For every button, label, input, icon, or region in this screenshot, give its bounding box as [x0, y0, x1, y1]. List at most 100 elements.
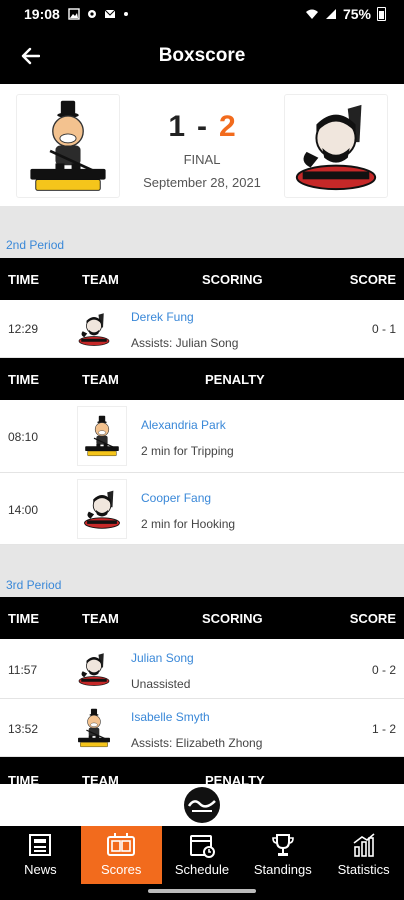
col-scoring: SCORING [202, 272, 263, 287]
col-score: SCORE [349, 611, 396, 626]
status-time: 19:08 [24, 6, 60, 22]
col-team: TEAM [82, 611, 119, 626]
sponsor-strip[interactable] [0, 784, 404, 826]
warriors-logo-icon [84, 490, 120, 529]
penalty-detail: 2 min for Tripping [141, 444, 234, 458]
nav-schedule-label: Schedule [174, 862, 230, 877]
score-card: 1 - 2 FINAL September 28, 2021 [0, 84, 404, 206]
col-time: TIME [8, 611, 40, 626]
penalty-player-link[interactable]: Cooper Fang [141, 491, 211, 505]
app-bar: Boxscore [0, 28, 404, 84]
period-band: 2nd Period [0, 206, 404, 258]
running-score: 1 - 2 [371, 722, 396, 736]
battery-text: 75% [342, 6, 371, 22]
back-button[interactable] [14, 40, 46, 72]
scoring-header: TIME TEAM SCORING SCORE [0, 258, 404, 300]
status-right: 75% [305, 6, 386, 22]
col-score: SCORE [349, 272, 396, 287]
warriors-logo-icon [78, 652, 110, 686]
score-separator: - [197, 110, 207, 143]
col-time: TIME [8, 372, 40, 387]
away-team-logo[interactable] [284, 94, 388, 198]
team-logo [75, 304, 113, 354]
penalty-detail: 2 min for Hooking [141, 517, 236, 531]
penalty-row[interactable]: 14:00 Cooper Fang 2 min for Hooking [0, 473, 404, 545]
warriors-logo-icon [295, 103, 377, 191]
home-indicator[interactable] [148, 889, 256, 893]
tycoons-logo-icon [77, 708, 111, 748]
col-team: TEAM [82, 372, 119, 387]
nav-scores[interactable]: Scores [80, 826, 162, 884]
goal-row[interactable]: 13:52 Isabelle Smyth Assists: Elizabeth … [0, 699, 404, 757]
nav-statistics[interactable]: Statistics [323, 826, 404, 884]
warriors-logo-icon [78, 312, 110, 346]
gear-icon [87, 10, 96, 18]
signal-icon [325, 9, 336, 19]
notification-icons [68, 8, 130, 20]
team-logo [75, 644, 113, 694]
penalty-header: TIME TEAM PENALTY [0, 358, 404, 400]
assist-text: Assists: Elizabeth Zhong [131, 736, 263, 750]
image-icon [68, 8, 80, 20]
scoreboard-icon [107, 833, 136, 856]
running-score: 0 - 1 [371, 322, 396, 336]
col-penalty: PENALTY [205, 773, 265, 784]
nav-scores-label: Scores [100, 862, 142, 877]
wifi-icon [305, 9, 318, 19]
col-team: TEAM [82, 773, 119, 784]
home-team-logo[interactable] [16, 94, 120, 198]
dot-icon [123, 12, 128, 16]
col-time: TIME [8, 773, 40, 784]
team-logo [75, 703, 113, 753]
assist-text: Assists: Julian Song [131, 336, 239, 350]
calendar-icon [189, 835, 215, 858]
arrow-left-icon [21, 47, 40, 65]
team-logo [77, 406, 127, 466]
game-status: FINAL [183, 152, 221, 167]
nav-news-label: News [24, 862, 57, 877]
col-penalty: PENALTY [205, 372, 265, 387]
score-center: 1 - 2 FINAL September 28, 2021 [120, 110, 284, 190]
period-label: 2nd Period [6, 238, 65, 252]
penalty-header: TIME TEAM PENALTY [0, 757, 404, 784]
tycoons-logo-icon [29, 99, 107, 192]
team-logo [77, 479, 127, 539]
period-label: 3rd Period [6, 578, 62, 592]
nav-statistics-label: Statistics [337, 862, 390, 877]
col-team: TEAM [82, 272, 119, 287]
event-time: 14:00 [8, 503, 39, 517]
mail-icon [104, 9, 116, 18]
sponsor-logo-icon [184, 787, 220, 823]
home-score: 1 [168, 110, 185, 143]
nav-standings[interactable]: Standings [242, 826, 323, 884]
goal-row[interactable]: 12:29 Derek Fung Assists: Julian Song 0 … [0, 300, 404, 358]
event-time: 12:29 [8, 322, 39, 336]
score-line: 1 - 2 [120, 110, 284, 144]
status-bar: 19:08 75% [0, 0, 404, 28]
goal-row[interactable]: 11:57 Julian Song Unassisted 0 - 2 [0, 639, 404, 699]
scoring-header: TIME TEAM SCORING SCORE [0, 597, 404, 639]
nav-standings-label: Standings [253, 862, 312, 877]
newspaper-icon [29, 834, 52, 856]
assist-text: Unassisted [131, 677, 191, 691]
away-score: 2 [219, 110, 236, 143]
period-band: 3rd Period [0, 545, 404, 597]
game-date: September 28, 2021 [143, 175, 261, 190]
scorer-link[interactable]: Julian Song [131, 651, 194, 665]
trophy-icon [271, 834, 294, 856]
bar-chart-icon [353, 833, 375, 857]
col-scoring: SCORING [202, 611, 263, 626]
event-time: 13:52 [8, 722, 39, 736]
event-time: 08:10 [8, 430, 39, 444]
battery-icon [377, 7, 386, 21]
nav-news[interactable]: News [0, 826, 81, 884]
event-time: 11:57 [8, 663, 38, 677]
nav-schedule[interactable]: Schedule [162, 826, 243, 884]
penalty-row[interactable]: 08:10 Alexandria Park 2 min for Tripping [0, 400, 404, 473]
col-time: TIME [8, 272, 40, 287]
tycoons-logo-icon [84, 415, 120, 457]
scorer-link[interactable]: Derek Fung [131, 310, 194, 324]
penalty-player-link[interactable]: Alexandria Park [141, 418, 226, 432]
scorer-link[interactable]: Isabelle Smyth [131, 710, 210, 724]
running-score: 0 - 2 [371, 663, 396, 677]
